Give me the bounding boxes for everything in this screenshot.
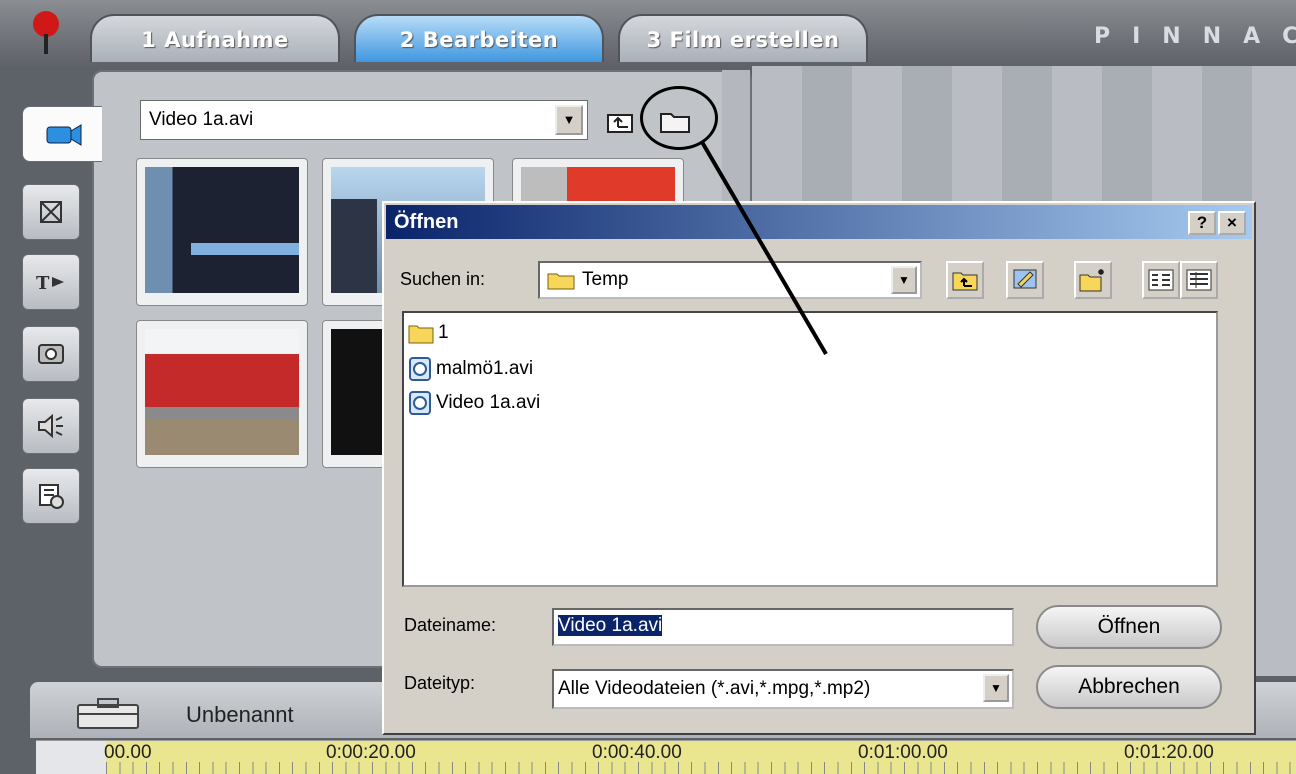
tab-aufnahme[interactable]: 1 Aufnahme — [90, 14, 340, 62]
look-in-label: Suchen in: — [400, 269, 486, 289]
list-item[interactable]: 1 — [408, 319, 449, 347]
new-folder-icon — [1079, 269, 1104, 292]
chevron-down-icon[interactable]: ▼ — [891, 266, 917, 294]
filetype-label: Dateityp: — [404, 673, 476, 693]
ruler-label: 0:01:20.00 — [1124, 742, 1214, 763]
help-button[interactable]: ? — [1188, 211, 1216, 235]
sidebar-photos[interactable] — [22, 326, 80, 382]
cancel-button[interactable]: Abbrechen — [1036, 665, 1222, 709]
list-item[interactable]: Video 1a.avi — [408, 389, 540, 417]
tab-film-erstellen[interactable]: 3 Film erstellen — [618, 14, 868, 62]
sidebar-video-scenes[interactable] — [22, 106, 102, 162]
filename-field[interactable]: Video 1a.avi — [552, 608, 1014, 646]
speaker-icon — [38, 413, 63, 439]
ruler-label: 0:00:20.00 — [326, 742, 416, 763]
highlight-circle — [640, 86, 718, 150]
scene-thumbnail[interactable] — [136, 158, 308, 306]
album-source-dropdown[interactable]: Video 1a.avi ▼ — [140, 100, 588, 140]
filetype-dropdown[interactable]: Alle Videodateien (*.avi,*.mpg,*.mp2) ▼ — [552, 669, 1014, 709]
ruler-label: 00.00 — [104, 742, 152, 763]
disc-menu-icon — [39, 484, 64, 509]
sidebar-transitions[interactable] — [22, 184, 80, 240]
up-one-level-button[interactable] — [946, 261, 984, 299]
filename-label: Dateiname: — [404, 615, 497, 635]
list-view-button[interactable] — [1142, 261, 1180, 299]
filetype-value: Alle Videodateien (*.avi,*.mpg,*.mp2) — [558, 678, 871, 699]
folder-icon — [547, 273, 575, 290]
scene-thumbnail[interactable] — [136, 320, 308, 468]
photo-icon — [38, 344, 64, 364]
list-view-icon — [1148, 269, 1174, 291]
ruler-ticks — [106, 762, 1296, 774]
file-name: malmö1.avi — [436, 358, 534, 379]
close-button[interactable]: × — [1218, 211, 1246, 235]
transition-icon — [40, 201, 62, 223]
file-name: Video 1a.avi — [436, 392, 541, 413]
file-list[interactable]: 1 malmö1.avi Video 1a.avi — [402, 311, 1218, 587]
title-icon: T — [36, 273, 64, 294]
desktop-button[interactable] — [1006, 261, 1044, 299]
dialog-title-bar[interactable]: Öffnen ? × — [386, 205, 1252, 239]
pinnacle-logo-icon — [33, 11, 59, 54]
video-file-icon — [409, 357, 431, 381]
sidebar-menus[interactable] — [22, 468, 80, 524]
project-name: Unbenannt — [186, 702, 294, 727]
album-source-value: Video 1a.avi — [149, 109, 254, 130]
tab-bearbeiten[interactable]: 2 Bearbeiten — [354, 14, 604, 62]
filename-value: Video 1a.avi — [558, 615, 663, 636]
chevron-down-icon[interactable]: ▼ — [983, 674, 1009, 702]
toolbox-icon[interactable] — [76, 696, 140, 730]
camera-icon — [46, 124, 81, 146]
video-file-icon — [409, 391, 431, 415]
brand-logo-text: PINNAC — [1094, 24, 1296, 49]
details-view-button[interactable] — [1180, 261, 1218, 299]
top-bar: 1 Aufnahme 2 Bearbeiten 3 Film erstellen… — [0, 0, 1296, 66]
look-in-dropdown[interactable]: Temp ▼ — [538, 261, 922, 299]
chevron-down-icon[interactable]: ▼ — [555, 105, 583, 135]
details-view-icon — [1186, 269, 1212, 291]
dialog-title: Öffnen — [394, 211, 459, 233]
new-folder-button[interactable] — [1074, 261, 1112, 299]
folder-up-icon — [952, 272, 978, 291]
file-name: 1 — [438, 322, 449, 343]
ruler-label: 0:00:40.00 — [592, 742, 682, 763]
look-in-value: Temp — [582, 269, 629, 290]
sidebar-sound[interactable] — [22, 398, 80, 454]
desktop-icon — [1013, 269, 1037, 289]
folder-up-icon[interactable] — [606, 110, 634, 134]
open-file-dialog: Öffnen ? × Suchen in: Temp ▼ 1 malmö1.av… — [382, 201, 1256, 735]
folder-icon — [408, 325, 434, 344]
ruler-label: 0:01:00.00 — [858, 742, 948, 763]
list-item[interactable]: malmö1.avi — [408, 355, 533, 383]
open-button[interactable]: Öffnen — [1036, 605, 1222, 649]
sidebar-titles[interactable]: T — [22, 254, 80, 310]
svg-text:T: T — [36, 273, 50, 294]
